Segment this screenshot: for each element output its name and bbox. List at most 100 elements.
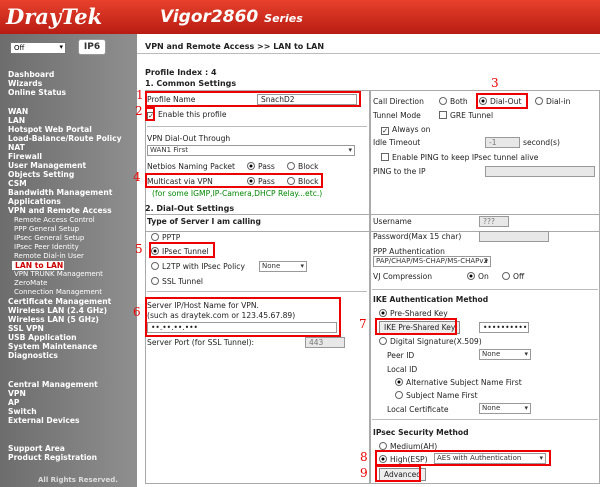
sidebar-item-online-status[interactable]: Online Status <box>8 88 66 97</box>
sidebar-item-load-balance-route-policy[interactable]: Load-Balance/Route Policy <box>8 134 122 143</box>
multicast-pass-radio[interactable] <box>247 177 255 185</box>
high-esp-option[interactable]: High(ESP) <box>379 455 428 464</box>
l2tp-policy-select[interactable]: None <box>259 261 307 272</box>
pptp-option[interactable]: PPTP <box>151 233 180 242</box>
netbios-pass[interactable]: Pass <box>247 162 275 171</box>
dialout-through-select[interactable]: WAN1 First <box>147 145 355 156</box>
sidebar-item-system-maintenance[interactable]: System Maintenance <box>8 342 97 351</box>
sidebar-item-remote-access-control[interactable]: Remote Access Control <box>14 216 95 225</box>
idle-timeout-input[interactable]: -1 <box>485 137 520 148</box>
ike-psk-button[interactable]: IKE Pre-Shared Key <box>379 321 461 334</box>
advanced-button[interactable]: Advanced <box>379 468 427 481</box>
sidebar-item-lan-to-lan[interactable]: LAN to LAN <box>12 261 64 270</box>
sidebar-item-diagnostics[interactable]: Diagnostics <box>8 351 58 360</box>
alt-subject-option[interactable]: Alternative Subject Name First <box>395 378 522 387</box>
call-dialout-radio[interactable] <box>479 97 487 105</box>
sidebar-item-product-registration[interactable]: Product Registration <box>8 453 97 462</box>
l2tp-radio[interactable] <box>151 262 159 270</box>
sidebar-item-zeromate[interactable]: ZeroMate <box>14 279 48 288</box>
local-cert-select[interactable]: None <box>479 403 531 414</box>
peer-id-select[interactable]: None <box>479 349 531 360</box>
password-input[interactable] <box>479 231 549 242</box>
sidebar-item-usb-application[interactable]: USB Application <box>8 333 77 342</box>
call-dialout[interactable]: Dial-Out <box>479 97 521 106</box>
digital-sig-radio[interactable] <box>379 337 387 345</box>
sidebar-item-ssl-vpn[interactable]: SSL VPN <box>8 324 44 333</box>
ipv6-badge[interactable]: IP6 <box>78 39 106 55</box>
pre-shared-option[interactable]: Pre-Shared Key <box>379 309 448 318</box>
sidebar-item-wireless-lan-2-4-ghz[interactable]: Wireless LAN (2.4 GHz) <box>8 306 107 315</box>
sidebar-item-wan[interactable]: WAN <box>8 107 28 116</box>
enable-ping[interactable]: Enable PING to keep IPsec tunnel alive <box>381 153 538 162</box>
pre-shared-radio[interactable] <box>379 309 387 317</box>
enable-ping-checkbox[interactable] <box>381 153 389 161</box>
call-both-radio[interactable] <box>439 97 447 105</box>
multicast-block-radio[interactable] <box>287 177 295 185</box>
sidebar-item-wireless-lan-5-ghz[interactable]: Wireless LAN (5 GHz) <box>8 315 99 324</box>
l2tp-option[interactable]: L2TP with IPsec Policy <box>151 262 245 271</box>
pptp-radio[interactable] <box>151 233 159 241</box>
netbios-block-radio[interactable] <box>287 162 295 170</box>
sidebar-item-wizards[interactable]: Wizards <box>8 79 42 88</box>
mode-select[interactable]: Off <box>10 42 66 54</box>
enable-profile-checkbox[interactable]: ✓ <box>147 112 155 120</box>
ping-ip-input[interactable] <box>485 166 595 177</box>
call-both[interactable]: Both <box>439 97 468 106</box>
sidebar-item-applications[interactable]: Applications <box>8 197 61 206</box>
subject-name-option[interactable]: Subject Name First <box>395 391 478 400</box>
ppp-auth-select[interactable]: PAP/CHAP/MS-CHAP/MS-CHAPv2 <box>373 256 491 267</box>
multicast-block[interactable]: Block <box>287 177 319 186</box>
high-esp-radio[interactable] <box>379 455 387 463</box>
sidebar-item-objects-setting[interactable]: Objects Setting <box>8 170 74 179</box>
ssl-tunnel-radio[interactable] <box>151 277 159 285</box>
sidebar-item-lan[interactable]: LAN <box>8 116 25 125</box>
netbios-pass-radio[interactable] <box>247 162 255 170</box>
always-on-checkbox[interactable]: ✓ <box>381 127 389 135</box>
sidebar-item-ppp-general-setup[interactable]: PPP General Setup <box>14 225 79 234</box>
always-on[interactable]: ✓ Always on <box>381 125 431 135</box>
sidebar-item-firewall[interactable]: Firewall <box>8 152 42 161</box>
sidebar-item-ipsec-peer-identity[interactable]: IPsec Peer Identity <box>14 243 79 252</box>
netbios-block[interactable]: Block <box>287 162 319 171</box>
enable-profile[interactable]: ✓ Enable this profile <box>147 110 227 120</box>
sidebar-item-central-management[interactable]: Central Management <box>8 380 98 389</box>
sidebar-item-connection-management[interactable]: Connection Management <box>14 288 102 297</box>
digital-sig-option[interactable]: Digital Signature(X.509) <box>379 337 482 346</box>
sidebar-item-bandwidth-management[interactable]: Bandwidth Management <box>8 188 112 197</box>
vj-on[interactable]: On <box>467 272 489 281</box>
gre-tunnel[interactable]: GRE Tunnel <box>439 111 493 120</box>
sidebar-item-switch[interactable]: Switch <box>8 407 37 416</box>
vj-off[interactable]: Off <box>502 272 524 281</box>
sidebar-item-support-area[interactable]: Support Area <box>8 444 65 453</box>
subject-name-radio[interactable] <box>395 391 403 399</box>
call-dialin[interactable]: Dial-in <box>535 97 570 106</box>
multicast-pass[interactable]: Pass <box>247 177 275 186</box>
sidebar-item-remote-dial-in-user[interactable]: Remote Dial-in User <box>14 252 84 261</box>
username-input[interactable]: ??? <box>479 216 509 227</box>
esp-method-select[interactable]: AES with Authentication <box>434 453 546 464</box>
medium-ah-radio[interactable] <box>379 442 387 450</box>
sidebar-item-external-devices[interactable]: External Devices <box>8 416 80 425</box>
sidebar-item-ipsec-general-setup[interactable]: IPsec General Setup <box>14 234 84 243</box>
sidebar-item-csm[interactable]: CSM <box>8 179 27 188</box>
sidebar-item-certificate-management[interactable]: Certificate Management <box>8 297 111 306</box>
sidebar-item-nat[interactable]: NAT <box>8 143 25 152</box>
vj-on-radio[interactable] <box>467 272 475 280</box>
medium-ah-option[interactable]: Medium(AH) <box>379 442 437 451</box>
server-port-input[interactable]: 443 <box>305 337 345 348</box>
ssl-tunnel-option[interactable]: SSL Tunnel <box>151 277 203 286</box>
profile-name-input[interactable]: SnachD2 <box>257 94 357 105</box>
call-dialin-radio[interactable] <box>535 97 543 105</box>
ike-psk-input[interactable]: ••••••••••• <box>479 322 529 333</box>
server-ip-input[interactable]: ••.••.••.••• <box>147 322 337 333</box>
sidebar-item-vpn-and-remote-access[interactable]: VPN and Remote Access <box>8 206 112 215</box>
sidebar-item-ap[interactable]: AP <box>8 398 19 407</box>
sidebar-item-dashboard[interactable]: Dashboard <box>8 70 54 79</box>
sidebar-item-user-management[interactable]: User Management <box>8 161 86 170</box>
sidebar-item-hotspot-web-portal[interactable]: Hotspot Web Portal <box>8 125 92 134</box>
alt-subject-radio[interactable] <box>395 378 403 386</box>
sidebar-item-vpn[interactable]: VPN <box>8 389 26 398</box>
gre-tunnel-checkbox[interactable] <box>439 111 447 119</box>
sidebar-item-vpn-trunk-management[interactable]: VPN TRUNK Management <box>14 270 103 279</box>
ipsec-tunnel-option[interactable]: IPsec Tunnel <box>151 247 209 256</box>
